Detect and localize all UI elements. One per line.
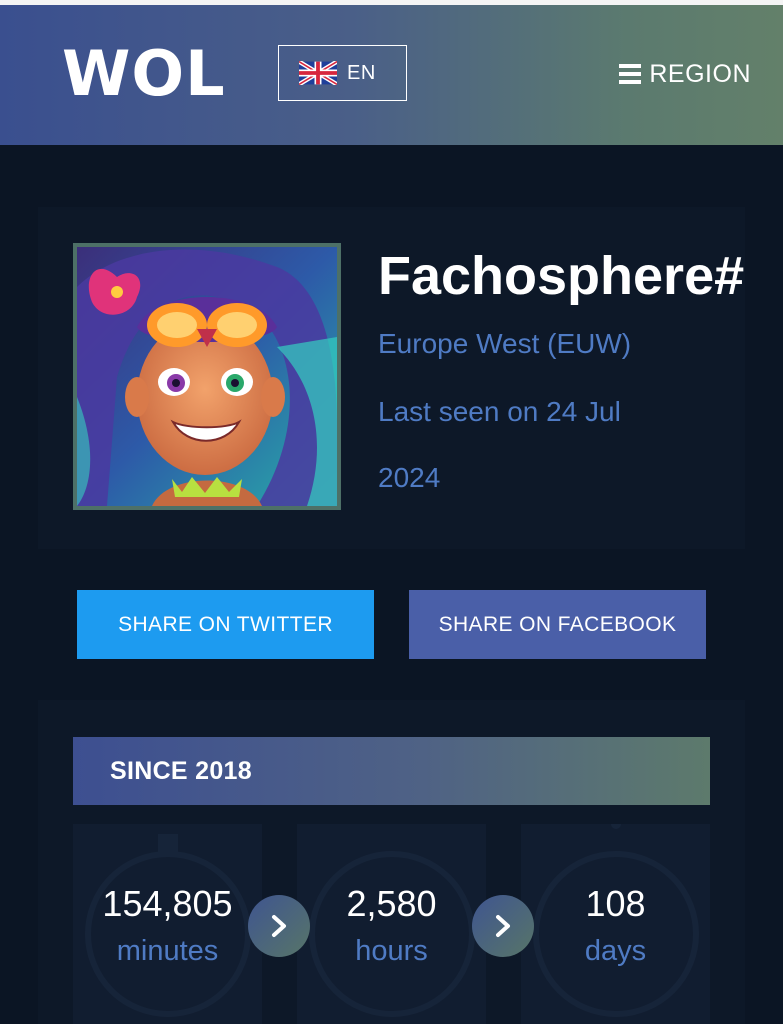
last-seen-line-2: 2024 <box>378 462 441 493</box>
stat-unit-hours: hours <box>355 935 428 967</box>
hamburger-icon <box>619 64 642 84</box>
since-label: SINCE 2018 <box>110 756 252 785</box>
language-code: EN <box>347 61 376 84</box>
share-facebook-button[interactable]: SHARE ON FACEBOOK <box>409 590 706 659</box>
chevron-right-icon <box>272 915 286 937</box>
region-menu-button[interactable]: REGION <box>619 57 751 91</box>
stat-unit-minutes: minutes <box>116 935 219 967</box>
uk-flag-icon <box>299 61 337 85</box>
stat-value-hours: 2,580 <box>346 883 437 924</box>
stat-value-days: 108 <box>585 883 646 924</box>
share-twitter-button[interactable]: SHARE ON TWITTER <box>77 590 374 659</box>
region-label: REGION <box>649 59 751 88</box>
wol-logo[interactable]: WOL <box>62 39 226 109</box>
stat-unit-days: days <box>584 935 647 967</box>
next-stat-button[interactable] <box>248 895 310 957</box>
language-selector[interactable]: EN <box>278 45 407 101</box>
site-header: WOL EN REGION <box>0 5 783 145</box>
player-name: Fachosphere# <box>378 246 745 306</box>
stat-value-minutes: 154,805 <box>102 883 233 924</box>
since-banner: SINCE 2018 <box>73 737 710 805</box>
chevron-right-icon <box>496 915 510 937</box>
last-seen-line-1: Last seen on 24 Jul <box>378 396 621 427</box>
server-region: Europe West (EUW) <box>378 328 632 359</box>
next-stat-button[interactable] <box>472 895 534 957</box>
summoner-avatar-icon <box>73 243 341 510</box>
